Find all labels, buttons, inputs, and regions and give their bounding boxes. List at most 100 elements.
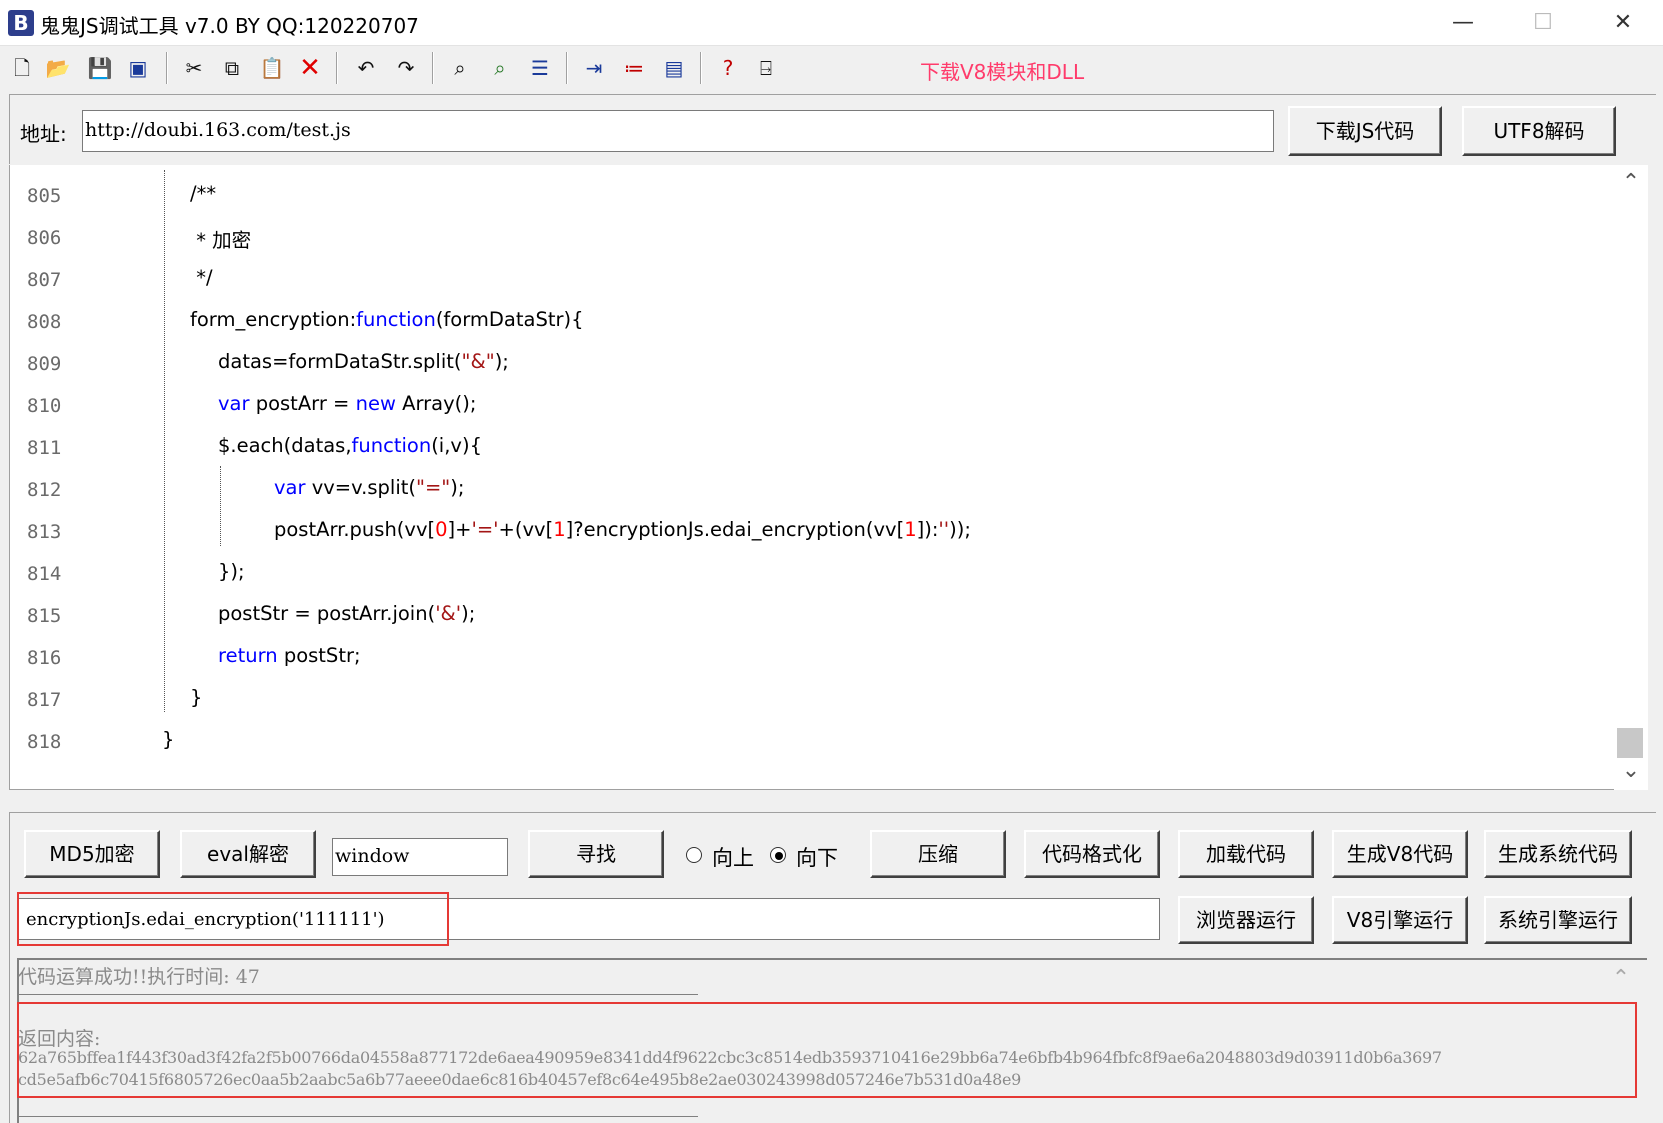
format-code-button[interactable]: 代码格式化 (1024, 830, 1160, 878)
open-folder-icon[interactable]: 📂 (44, 54, 72, 82)
save-icon[interactable]: 💾 (86, 54, 114, 82)
app-icon: B (8, 10, 34, 36)
search-input[interactable]: window (332, 838, 508, 876)
code-token: datas=formDataStr.split( (218, 350, 462, 373)
line-number: 805 (27, 185, 62, 207)
code-keyword: function (356, 308, 436, 331)
toolbar (0, 46, 1663, 92)
toolbar-separator (336, 52, 338, 84)
line-number: 807 (27, 269, 62, 291)
indent-icon[interactable]: ⇥ (580, 54, 608, 82)
code-token: postStr = postArr.join( (218, 602, 436, 625)
radio-down[interactable] (770, 847, 786, 863)
code-token: ); (450, 476, 465, 499)
code-token: postArr = (249, 392, 356, 415)
code-line: /** (190, 182, 217, 205)
code-line: var postArr = new Array(); (218, 392, 476, 415)
code-line: $.each(datas,function(i,v){ (218, 434, 482, 457)
v8-engine-run-button[interactable]: V8引擎运行 (1332, 896, 1468, 944)
radio-up[interactable] (686, 847, 702, 863)
download-v8-link[interactable]: 下载V8模块和DLL (920, 56, 1084, 85)
code-string: "&" (461, 350, 495, 373)
status-text: 代码运算成功!!执行时间: 47 (18, 966, 260, 988)
utf8-decode-button[interactable]: UTF8解码 (1462, 106, 1616, 156)
code-string: "=" (415, 476, 451, 499)
output-highlight-box (17, 1002, 1637, 1098)
code-token: form_encryption: (190, 308, 357, 331)
code-token: ]?encryptionJs.edai_encryption(vv[ (565, 518, 905, 541)
maximize-button[interactable]: ☐ (1503, 0, 1583, 46)
delete-icon[interactable]: ✕ (296, 54, 324, 82)
radio-up-label: 向上 (712, 846, 754, 870)
code-keyword: return (218, 644, 278, 667)
code-token: (i,v){ (431, 434, 482, 457)
scroll-thumb[interactable] (1617, 728, 1643, 758)
line-number: 806 (27, 227, 62, 249)
find-button[interactable]: 寻找 (528, 830, 664, 878)
code-keyword: function (351, 434, 432, 457)
help-pointer-icon[interactable]: ? (714, 54, 742, 82)
eval-decrypt-button[interactable]: eval解密 (180, 830, 316, 878)
code-string: '&' (435, 602, 462, 625)
generate-v8-code-button[interactable]: 生成V8代码 (1332, 830, 1468, 878)
window-title: 鬼鬼JS调试工具 v7.0 BY QQ:120220707 (40, 14, 419, 38)
load-code-button[interactable]: 加载代码 (1178, 830, 1314, 878)
scroll-up-icon[interactable]: ⌃ (1614, 168, 1648, 198)
save-all-icon[interactable]: ▣ (124, 54, 152, 82)
find-next-icon[interactable]: ⌕ (486, 54, 514, 82)
scroll-down-icon[interactable]: ⌄ (1614, 756, 1648, 786)
code-number: 1 (553, 518, 566, 541)
code-line: form_encryption:function(formDataStr){ (190, 308, 584, 331)
code-line: datas=formDataStr.split("&"); (218, 350, 509, 373)
code-token: postArr.push(vv[ (274, 518, 436, 541)
code-keyword: var (218, 392, 250, 415)
line-number: 811 (27, 437, 62, 459)
find-icon[interactable]: ⌕ (446, 54, 474, 82)
generate-system-code-button[interactable]: 生成系统代码 (1484, 830, 1632, 878)
toolbar-separator (432, 52, 434, 84)
system-engine-run-button[interactable]: 系统引擎运行 (1484, 896, 1632, 944)
code-line: }); (218, 560, 245, 583)
code-editor[interactable] (9, 165, 1647, 790)
exit-icon[interactable]: ⍈ (752, 54, 780, 82)
output-scroll-up-icon[interactable]: ⌃ (1604, 964, 1638, 994)
download-js-button[interactable]: 下载JS代码 (1288, 106, 1442, 156)
list-icon[interactable]: ☰ (526, 54, 554, 82)
code-token: ); (494, 350, 509, 373)
code-token: ]): (916, 518, 939, 541)
cut-icon[interactable]: ✂ (180, 54, 208, 82)
divider (18, 1116, 698, 1117)
redo-icon[interactable]: ↷ (392, 54, 420, 82)
paste-icon[interactable]: 📋 (258, 54, 286, 82)
editor-scrollbar[interactable] (1614, 165, 1648, 790)
line-number: 817 (27, 689, 62, 711)
code-token: ); (461, 602, 476, 625)
undo-icon[interactable]: ↶ (352, 54, 380, 82)
code-line: } (162, 728, 175, 751)
compress-button[interactable]: 压缩 (870, 830, 1006, 878)
code-token: +(vv[ (498, 518, 554, 541)
toolbar-separator (566, 52, 568, 84)
browser-run-button[interactable]: 浏览器运行 (1178, 896, 1314, 944)
code-line: * 加密 (190, 229, 252, 252)
line-number: 814 (27, 563, 62, 585)
line-number: 810 (27, 395, 62, 417)
close-button[interactable]: ✕ (1583, 0, 1663, 46)
code-token: vv=v.split( (305, 476, 416, 499)
code-token: )); (949, 518, 971, 541)
minimize-button[interactable]: — (1423, 0, 1503, 46)
window-icon[interactable]: ▤ (660, 54, 688, 82)
new-file-icon[interactable]: 🗋 (8, 54, 36, 82)
code-line: return postStr; (218, 644, 361, 667)
copy-icon[interactable]: ⧉ (218, 54, 246, 82)
code-token: ]+ (447, 518, 472, 541)
indent-guide (164, 170, 165, 712)
address-input[interactable]: http://doubi.163.com/test.js (82, 110, 1274, 152)
toolbar-separator (166, 52, 168, 84)
md5-encrypt-button[interactable]: MD5加密 (24, 830, 160, 878)
line-number: 813 (27, 521, 62, 543)
code-token: (formDataStr){ (435, 308, 584, 331)
line-number: 812 (27, 479, 62, 501)
numbered-list-icon[interactable]: ≔ (620, 54, 648, 82)
code-string: '=' (471, 518, 499, 541)
